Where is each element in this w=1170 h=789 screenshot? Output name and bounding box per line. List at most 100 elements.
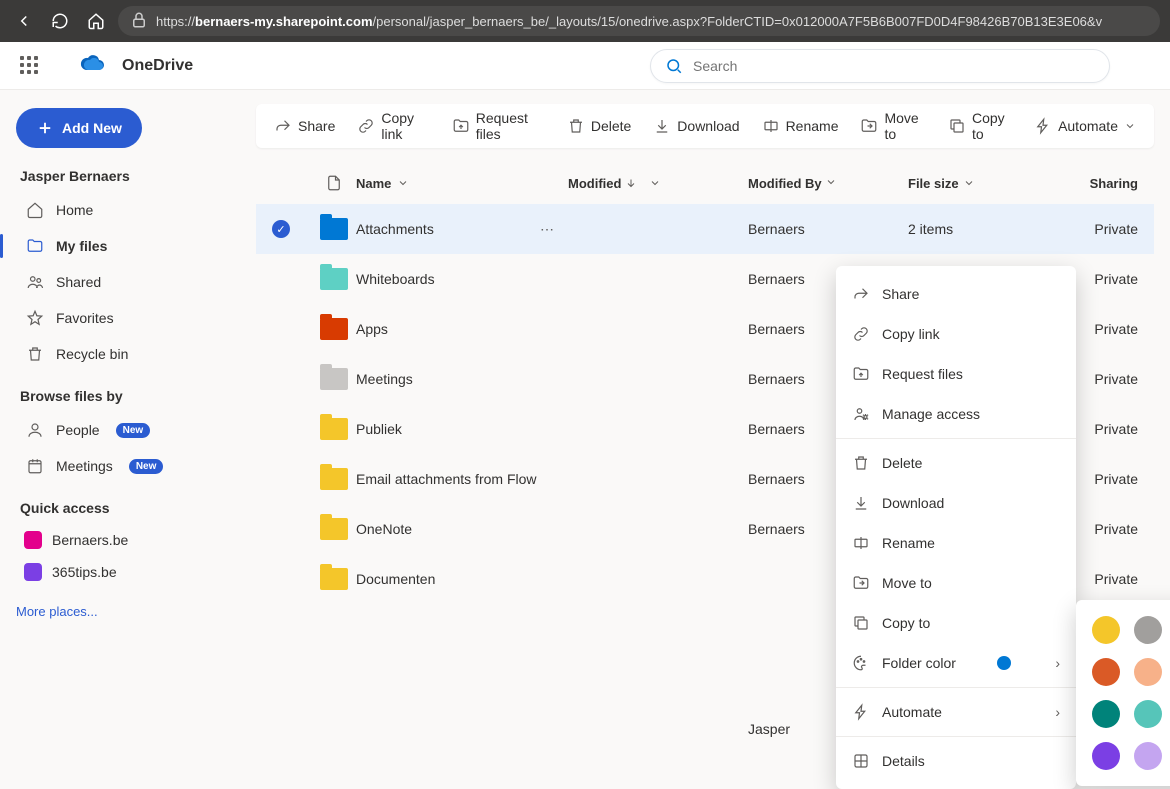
col-modified[interactable]: Modified — [568, 176, 748, 191]
check-icon[interactable]: ✓ — [272, 220, 290, 238]
cmd-moveto[interactable]: Move to — [860, 110, 925, 142]
plus-icon — [36, 119, 54, 137]
search-box[interactable] — [650, 49, 1110, 83]
automate-icon — [852, 703, 870, 721]
automate-icon — [1034, 117, 1052, 135]
copyto-icon — [852, 614, 870, 632]
onedrive-icon — [80, 54, 106, 77]
cmd-copylink[interactable]: Copy link — [357, 110, 429, 142]
cmd-rename[interactable]: Rename — [762, 117, 839, 135]
browse-people[interactable]: PeopleNew — [16, 412, 232, 448]
color-option[interactable] — [1092, 616, 1120, 644]
table-header: Name Modified Modified By File size Shar… — [256, 162, 1154, 204]
file-name: Documenten — [356, 571, 435, 587]
ctx-details[interactable]: Details — [836, 741, 1076, 781]
color-option[interactable] — [1092, 742, 1120, 770]
app-launcher-icon[interactable] — [20, 56, 40, 76]
sidebar: Add New Jasper Bernaers Home My files Sh… — [0, 90, 248, 764]
ctx-copylink[interactable]: Copy link — [836, 314, 1076, 354]
current-color-dot — [997, 656, 1011, 670]
site-swatch-icon — [24, 563, 42, 581]
ctx-foldercolor[interactable]: Folder color› — [836, 643, 1076, 683]
file-name: Publiek — [356, 421, 402, 437]
ctx-automate[interactable]: Automate› — [836, 692, 1076, 732]
color-option[interactable] — [1092, 700, 1120, 728]
col-sharing[interactable]: Sharing — [1048, 176, 1138, 191]
folder-icon — [320, 218, 348, 240]
manage-access-icon — [852, 405, 870, 423]
rename-icon — [852, 534, 870, 552]
chevron-down-icon — [649, 177, 661, 189]
nav-recycle[interactable]: Recycle bin — [16, 336, 232, 372]
quick-heading: Quick access — [20, 500, 232, 516]
cmd-automate[interactable]: Automate — [1034, 117, 1136, 135]
nav-favorites[interactable]: Favorites — [16, 300, 232, 336]
browse-meetings[interactable]: MeetingsNew — [16, 448, 232, 484]
search-icon — [665, 57, 683, 75]
cmd-copyto[interactable]: Copy to — [948, 110, 1012, 142]
col-modifiedby[interactable]: Modified By — [748, 176, 908, 191]
col-name[interactable]: Name — [356, 176, 568, 191]
cmd-share[interactable]: Share — [274, 117, 335, 135]
home-button[interactable] — [82, 7, 110, 35]
trash-icon — [852, 454, 870, 472]
chevron-down-icon — [963, 177, 975, 189]
folder-icon — [320, 368, 348, 390]
trash-icon — [26, 345, 44, 363]
lock-icon — [130, 11, 148, 32]
link-icon — [852, 325, 870, 343]
color-option[interactable] — [1134, 658, 1162, 686]
ctx-rename[interactable]: Rename — [836, 523, 1076, 563]
ctx-manage[interactable]: Manage access — [836, 394, 1076, 434]
nav-shared[interactable]: Shared — [16, 264, 232, 300]
nav-home[interactable]: Home — [16, 192, 232, 228]
folder-icon — [320, 468, 348, 490]
app-title: OneDrive — [122, 57, 193, 75]
folder-icon — [320, 318, 348, 340]
color-option[interactable] — [1134, 616, 1162, 644]
new-badge: New — [116, 423, 151, 438]
chevron-right-icon: › — [1055, 704, 1060, 720]
back-button[interactable] — [10, 7, 38, 35]
table-row[interactable]: ✓Attachments⋯Bernaers2 itemsPrivate — [256, 204, 1154, 254]
app-header: OneDrive — [0, 42, 1170, 90]
more-button[interactable]: ⋯ — [540, 221, 556, 238]
qa-bernaers[interactable]: Bernaers.be — [16, 524, 232, 556]
people-icon — [26, 273, 44, 291]
add-new-button[interactable]: Add New — [16, 108, 142, 148]
ctx-share[interactable]: Share — [836, 274, 1076, 314]
moveto-icon — [860, 117, 878, 135]
file-name: OneNote — [356, 521, 412, 537]
url-bar[interactable]: https://bernaers-my.sharepoint.com/perso… — [118, 6, 1160, 36]
details-icon — [852, 752, 870, 770]
ctx-request[interactable]: Request files — [836, 354, 1076, 394]
download-icon — [653, 117, 671, 135]
folder-icon — [26, 237, 44, 255]
home-icon — [26, 201, 44, 219]
ctx-copyto[interactable]: Copy to — [836, 603, 1076, 643]
cmd-delete[interactable]: Delete — [567, 117, 631, 135]
more-places-link[interactable]: More places... — [16, 604, 98, 619]
qa-365tips[interactable]: 365tips.be — [16, 556, 232, 588]
sharing-status: Private — [1048, 221, 1138, 237]
color-option[interactable] — [1092, 658, 1120, 686]
ctx-delete[interactable]: Delete — [836, 443, 1076, 483]
link-icon — [357, 117, 375, 135]
ctx-download[interactable]: Download — [836, 483, 1076, 523]
content-area: Share Copy link Request files Delete Dow… — [248, 90, 1170, 764]
new-badge: New — [129, 459, 164, 474]
color-option[interactable] — [1134, 742, 1162, 770]
cmd-download[interactable]: Download — [653, 117, 739, 135]
file-name: Meetings — [356, 371, 413, 387]
ctx-moveto[interactable]: Move to — [836, 563, 1076, 603]
file-icon — [325, 174, 343, 192]
modified-by: Bernaers — [748, 221, 908, 237]
chevron-right-icon: › — [1055, 655, 1060, 671]
calendar-icon — [26, 457, 44, 475]
search-input[interactable] — [693, 58, 1095, 74]
refresh-button[interactable] — [46, 7, 74, 35]
color-option[interactable] — [1134, 700, 1162, 728]
cmd-request[interactable]: Request files — [452, 110, 545, 142]
col-filesize[interactable]: File size — [908, 176, 1048, 191]
nav-my-files[interactable]: My files — [16, 228, 232, 264]
